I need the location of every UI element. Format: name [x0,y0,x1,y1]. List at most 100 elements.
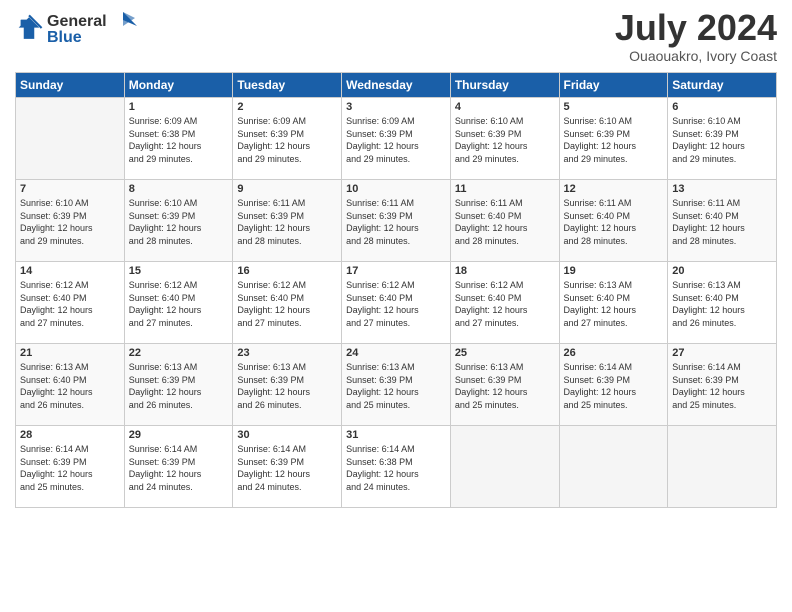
day-number: 18 [455,265,555,277]
day-info: Sunrise: 6:12 AM Sunset: 6:40 PM Dayligh… [346,279,446,329]
calendar-cell: 15Sunrise: 6:12 AM Sunset: 6:40 PM Dayli… [124,262,233,344]
calendar-cell: 16 Sunrise: 6:12 AM Sunset: 6:40 PM Dayli… [233,262,342,344]
calendar-cell: 19 Sunrise: 6:13 AM Sunset: 6:40 PM Dayli… [559,262,668,344]
day-info: Sunrise: 6:10 AM Sunset: 6:39 PM Dayligh… [455,115,555,165]
day-info: Sunrise: 6:11 AM Sunset: 6:40 PM Dayligh… [564,197,664,247]
day-info: Sunrise: 6:09 AM Sunset: 6:39 PM Dayligh… [237,115,337,165]
day-info: Sunrise: 6:11 AM Sunset: 6:40 PM Dayligh… [672,197,772,247]
week-row-5: 28 Sunrise: 6:14 AM Sunset: 6:39 PM Dayli… [16,426,777,508]
svg-text:General: General [47,13,107,30]
day-number: 28 [20,429,120,441]
title-area: July 2024 Ouaouakro, Ivory Coast [615,10,777,64]
day-info: Sunrise: 6:14 AM Sunset: 6:38 PM Dayligh… [346,443,446,493]
calendar-cell [450,426,559,508]
day-header-saturday: Saturday [668,73,777,98]
location: Ouaouakro, Ivory Coast [615,48,777,64]
day-header-sunday: Sunday [16,73,125,98]
day-number: 25 [455,347,555,359]
day-number: 27 [672,347,772,359]
svg-text:Blue: Blue [47,29,82,46]
days-header-row: SundayMondayTuesdayWednesdayThursdayFrid… [16,73,777,98]
day-number: 15 [129,265,229,277]
day-number: 17 [346,265,446,277]
calendar-cell: 9Sunrise: 6:11 AM Sunset: 6:39 PM Daylig… [233,180,342,262]
day-number: 7 [20,183,120,195]
day-info: Sunrise: 6:10 AM Sunset: 6:39 PM Dayligh… [20,197,120,247]
logo: General Blue [15,10,137,46]
calendar-table: SundayMondayTuesdayWednesdayThursdayFrid… [15,72,777,508]
day-info: Sunrise: 6:09 AM Sunset: 6:38 PM Dayligh… [129,115,229,165]
calendar-cell: 12Sunrise: 6:11 AM Sunset: 6:40 PM Dayli… [559,180,668,262]
logo-svg: General Blue [47,10,137,46]
calendar-cell: 10 Sunrise: 6:11 AM Sunset: 6:39 PM Dayli… [342,180,451,262]
day-info: Sunrise: 6:11 AM Sunset: 6:40 PM Dayligh… [455,197,555,247]
calendar-cell: 5Sunrise: 6:10 AM Sunset: 6:39 PM Daylig… [559,98,668,180]
day-info: Sunrise: 6:10 AM Sunset: 6:39 PM Dayligh… [564,115,664,165]
day-info: Sunrise: 6:13 AM Sunset: 6:39 PM Dayligh… [237,361,337,411]
day-number: 3 [346,101,446,113]
day-number: 19 [564,265,664,277]
day-info: Sunrise: 6:13 AM Sunset: 6:39 PM Dayligh… [455,361,555,411]
calendar-cell: 27 Sunrise: 6:14 AM Sunset: 6:39 PM Dayli… [668,344,777,426]
calendar-cell: 28 Sunrise: 6:14 AM Sunset: 6:39 PM Dayli… [16,426,125,508]
day-number: 26 [564,347,664,359]
calendar-cell: 3 Sunrise: 6:09 AM Sunset: 6:39 PM Daylig… [342,98,451,180]
calendar-cell: 26 Sunrise: 6:14 AM Sunset: 6:39 PM Dayli… [559,344,668,426]
day-number: 16 [237,265,337,277]
day-number: 22 [129,347,229,359]
day-info: Sunrise: 6:12 AM Sunset: 6:40 PM Dayligh… [237,279,337,329]
day-number: 23 [237,347,337,359]
day-info: Sunrise: 6:14 AM Sunset: 6:39 PM Dayligh… [129,443,229,493]
calendar-cell: 24Sunrise: 6:13 AM Sunset: 6:39 PM Dayli… [342,344,451,426]
calendar-cell: 21 Sunrise: 6:13 AM Sunset: 6:40 PM Dayli… [16,344,125,426]
calendar-cell: 7 Sunrise: 6:10 AM Sunset: 6:39 PM Daylig… [16,180,125,262]
week-row-3: 14 Sunrise: 6:12 AM Sunset: 6:40 PM Dayli… [16,262,777,344]
header: General Blue July 2024 Ouaouakro, Ivory … [15,10,777,64]
day-info: Sunrise: 6:14 AM Sunset: 6:39 PM Dayligh… [672,361,772,411]
day-number: 4 [455,101,555,113]
calendar-cell: 17 Sunrise: 6:12 AM Sunset: 6:40 PM Dayli… [342,262,451,344]
calendar-cell: 29 Sunrise: 6:14 AM Sunset: 6:39 PM Dayli… [124,426,233,508]
day-number: 6 [672,101,772,113]
calendar-cell: 22 Sunrise: 6:13 AM Sunset: 6:39 PM Dayli… [124,344,233,426]
day-info: Sunrise: 6:13 AM Sunset: 6:40 PM Dayligh… [20,361,120,411]
calendar-cell: 14 Sunrise: 6:12 AM Sunset: 6:40 PM Dayli… [16,262,125,344]
calendar-cell: 18Sunrise: 6:12 AM Sunset: 6:40 PM Dayli… [450,262,559,344]
month-title: July 2024 [615,10,777,46]
calendar-cell [668,426,777,508]
day-info: Sunrise: 6:13 AM Sunset: 6:39 PM Dayligh… [129,361,229,411]
day-number: 2 [237,101,337,113]
calendar-cell [559,426,668,508]
calendar-cell: 13 Sunrise: 6:11 AM Sunset: 6:40 PM Dayli… [668,180,777,262]
week-row-1: 1Sunrise: 6:09 AM Sunset: 6:38 PM Daylig… [16,98,777,180]
day-info: Sunrise: 6:10 AM Sunset: 6:39 PM Dayligh… [672,115,772,165]
day-info: Sunrise: 6:13 AM Sunset: 6:39 PM Dayligh… [346,361,446,411]
day-number: 14 [20,265,120,277]
day-info: Sunrise: 6:12 AM Sunset: 6:40 PM Dayligh… [20,279,120,329]
calendar-cell: 2 Sunrise: 6:09 AM Sunset: 6:39 PM Daylig… [233,98,342,180]
calendar-cell: 31 Sunrise: 6:14 AM Sunset: 6:38 PM Dayli… [342,426,451,508]
day-info: Sunrise: 6:14 AM Sunset: 6:39 PM Dayligh… [564,361,664,411]
day-number: 8 [129,183,229,195]
day-number: 20 [672,265,772,277]
day-info: Sunrise: 6:14 AM Sunset: 6:39 PM Dayligh… [20,443,120,493]
day-header-friday: Friday [559,73,668,98]
day-number: 29 [129,429,229,441]
day-header-thursday: Thursday [450,73,559,98]
calendar-cell: 6 Sunrise: 6:10 AM Sunset: 6:39 PM Daylig… [668,98,777,180]
day-number: 10 [346,183,446,195]
day-info: Sunrise: 6:09 AM Sunset: 6:39 PM Dayligh… [346,115,446,165]
calendar-cell: 11Sunrise: 6:11 AM Sunset: 6:40 PM Dayli… [450,180,559,262]
day-number: 13 [672,183,772,195]
calendar-cell: 25 Sunrise: 6:13 AM Sunset: 6:39 PM Dayli… [450,344,559,426]
day-info: Sunrise: 6:11 AM Sunset: 6:39 PM Dayligh… [346,197,446,247]
day-number: 9 [237,183,337,195]
day-number: 30 [237,429,337,441]
calendar-cell: 23 Sunrise: 6:13 AM Sunset: 6:39 PM Dayli… [233,344,342,426]
day-number: 31 [346,429,446,441]
calendar-cell [16,98,125,180]
day-number: 21 [20,347,120,359]
day-info: Sunrise: 6:13 AM Sunset: 6:40 PM Dayligh… [564,279,664,329]
week-row-2: 7 Sunrise: 6:10 AM Sunset: 6:39 PM Daylig… [16,180,777,262]
calendar-cell: 8Sunrise: 6:10 AM Sunset: 6:39 PM Daylig… [124,180,233,262]
